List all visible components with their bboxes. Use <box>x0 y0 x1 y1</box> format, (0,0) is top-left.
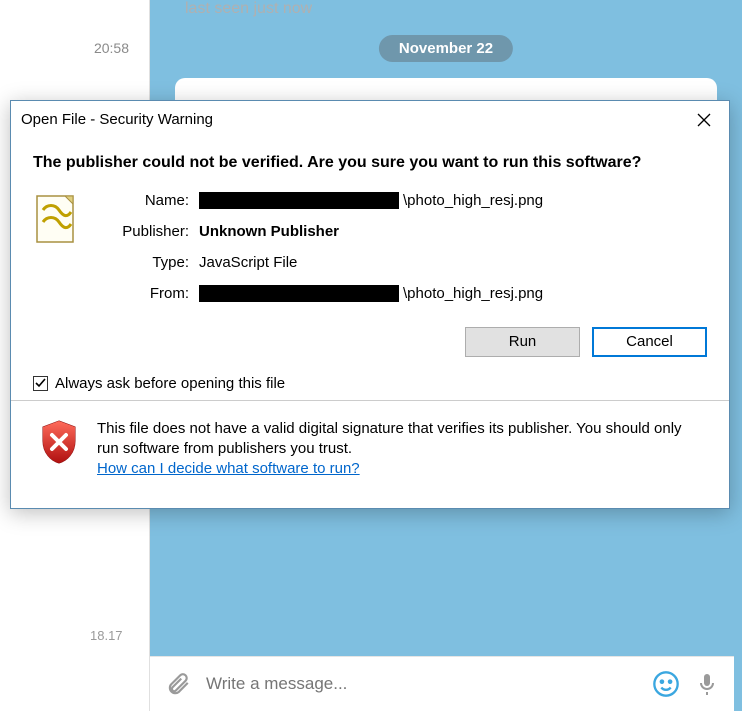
chat-status-text: last seen just now <box>185 0 312 18</box>
message-input[interactable] <box>206 674 637 694</box>
chat-time: 20:58 <box>94 40 129 56</box>
smiley-icon[interactable] <box>652 670 680 698</box>
chat-message-time: 18.17 <box>90 628 123 643</box>
always-ask-checkbox[interactable] <box>33 376 48 391</box>
name-value: \photo_high_resj.png <box>199 192 543 209</box>
chat-input-bar <box>150 656 734 711</box>
type-label: Type: <box>99 254 189 271</box>
shield-icon <box>39 419 79 465</box>
cancel-button[interactable]: Cancel <box>592 327 707 357</box>
redacted-segment <box>199 285 399 302</box>
dialog-title: Open File - Security Warning <box>21 111 213 128</box>
close-button[interactable] <box>689 107 719 132</box>
from-value: \photo_high_resj.png <box>199 285 543 302</box>
attachment-icon[interactable] <box>165 671 191 697</box>
redacted-segment <box>199 192 399 209</box>
dialog-heading: The publisher could not be verified. Are… <box>33 153 707 174</box>
security-warning-dialog: Open File - Security Warning The publish… <box>10 100 730 509</box>
run-button[interactable]: Run <box>465 327 580 357</box>
footer-text: This file does not have a valid digital … <box>97 419 707 480</box>
from-label: From: <box>99 285 189 302</box>
always-ask-label: Always ask before opening this file <box>55 375 285 392</box>
type-value: JavaScript File <box>199 254 543 271</box>
help-link[interactable]: How can I decide what software to run? <box>97 460 360 477</box>
close-icon <box>697 113 711 127</box>
publisher-label: Publisher: <box>99 223 189 240</box>
file-icon <box>33 192 81 248</box>
chat-date-pill: November 22 <box>379 35 513 62</box>
dialog-titlebar: Open File - Security Warning <box>11 101 729 138</box>
publisher-value: Unknown Publisher <box>199 223 543 240</box>
name-label: Name: <box>99 192 189 209</box>
microphone-icon[interactable] <box>695 672 719 696</box>
checkmark-icon <box>35 378 46 389</box>
